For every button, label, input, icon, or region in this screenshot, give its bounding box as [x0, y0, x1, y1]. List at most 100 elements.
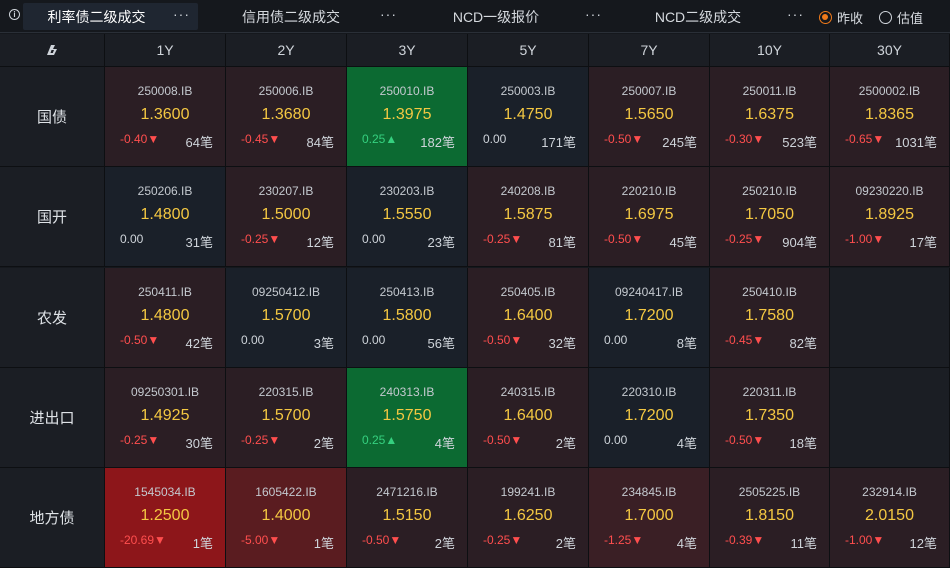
quote-cell[interactable]: 250003.IB 1.4750 0.00 171笔 [468, 67, 589, 167]
quote-cell[interactable]: 234845.IB 1.7000 -1.25▼ 4笔 [589, 468, 710, 568]
quote-cell[interactable]: 1545034.IB 1.2500 -20.69▼ 1笔 [105, 468, 226, 568]
tab-ncd-secondary[interactable]: NCD二级成交 ··· [612, 3, 812, 30]
yield-value: 1.6250 [503, 507, 553, 524]
trade-count: 12笔 [909, 536, 937, 551]
radio-prev-close[interactable]: 昨收 [819, 8, 863, 27]
quote-cell[interactable]: 250413.IB 1.5800 0.00 56笔 [347, 268, 468, 368]
yield-value: 1.4925 [140, 407, 190, 424]
down-arrow-icon: ▼ [752, 333, 765, 347]
down-arrow-icon: ▼ [268, 433, 281, 447]
quote-cell[interactable]: 250008.IB 1.3600 -0.40▼ 64笔 [105, 67, 226, 167]
down-arrow-icon: ▼ [752, 132, 765, 146]
quote-cell[interactable]: 250006.IB 1.3680 -0.45▼ 84笔 [226, 67, 347, 167]
yield-value: 1.5150 [382, 507, 432, 524]
tab-label: NCD一级报价 [452, 8, 540, 25]
quote-cell[interactable]: 240315.IB 1.6400 -0.50▼ 2笔 [468, 368, 589, 468]
bond-code: 232914.IB [862, 485, 917, 499]
quote-cell[interactable]: 250411.IB 1.4800 -0.50▼ 42笔 [105, 268, 226, 368]
quote-cell[interactable]: 250010.IB 1.3975 0.25▲ 182笔 [347, 67, 468, 167]
down-arrow-icon: ▼ [510, 333, 523, 347]
quote-cell[interactable]: 09240417.IB 1.7200 0.00 8笔 [589, 268, 710, 368]
bond-code: 09250301.IB [130, 385, 200, 399]
quote-cell[interactable]: 199241.IB 1.6250 -0.25▼ 2笔 [468, 468, 589, 568]
column-header-10y[interactable]: 10Y [710, 34, 830, 67]
column-header-7y[interactable]: 7Y [589, 34, 710, 67]
bond-code: 09250412.IB [251, 285, 321, 299]
trade-count: 32笔 [548, 336, 576, 351]
tab-credit-secondary[interactable]: 信用债二级成交 ··· [205, 3, 405, 30]
column-header-2y[interactable]: 2Y [226, 34, 347, 67]
more-icon[interactable]: ··· [787, 6, 804, 22]
radio-unselected-icon[interactable] [879, 11, 892, 24]
change-value: -0.25▼ [725, 232, 764, 246]
yield-value: 1.3975 [382, 106, 432, 123]
change-value: -0.25▼ [120, 433, 159, 447]
yield-value: 1.5750 [382, 407, 432, 424]
change-value: -0.50▼ [362, 533, 401, 547]
quote-cell[interactable]: 240208.IB 1.5875 -0.25▼ 81笔 [468, 167, 589, 267]
yield-value: 1.7350 [745, 407, 794, 424]
quote-cell[interactable]: 220311.IB 1.7350 -0.50▼ 18笔 [710, 368, 830, 468]
quote-cell[interactable]: 220210.IB 1.6975 -0.50▼ 45笔 [589, 167, 710, 267]
down-arrow-icon: ▼ [389, 533, 402, 547]
row-label: 进出口 [0, 368, 105, 468]
bond-code: 250413.IB [379, 285, 435, 299]
quote-cell[interactable]: 250405.IB 1.6400 -0.50▼ 32笔 [468, 268, 589, 368]
bond-code: 2471216.IB [376, 485, 438, 499]
more-icon[interactable]: ··· [380, 6, 397, 22]
quote-cell[interactable]: 2471216.IB 1.5150 -0.50▼ 2笔 [347, 468, 468, 568]
quote-cell[interactable]: 230203.IB 1.5550 0.00 23笔 [347, 167, 468, 267]
quote-cell[interactable]: 09250301.IB 1.4925 -0.25▼ 30笔 [105, 368, 226, 468]
down-arrow-icon: ▼ [752, 232, 765, 246]
bond-code: 220315.IB [258, 385, 314, 399]
logo-icon [47, 45, 57, 55]
yield-value: 1.7050 [745, 206, 794, 223]
bond-code: 2505225.IB [738, 485, 801, 499]
trade-count: 82笔 [789, 336, 817, 351]
quote-cell[interactable]: 09230220.IB 1.8925 -1.00▼ 17笔 [830, 167, 950, 267]
quote-cell[interactable]: 250206.IB 1.4800 0.00 31笔 [105, 167, 226, 267]
quote-cell[interactable]: 230207.IB 1.5000 -0.25▼ 12笔 [226, 167, 347, 267]
bond-code: 250206.IB [137, 184, 193, 198]
column-header-30y[interactable]: 30Y [830, 34, 950, 67]
quote-cell[interactable]: 2500002.IB 1.8365 -0.65▼ 1031笔 [830, 67, 950, 167]
quote-cell[interactable]: 232914.IB 2.0150 -1.00▼ 12笔 [830, 468, 950, 568]
quote-cell[interactable]: 250210.IB 1.7050 -0.25▼ 904笔 [710, 167, 830, 267]
quote-cell[interactable]: 2505225.IB 1.8150 -0.39▼ 11笔 [710, 468, 830, 568]
more-icon[interactable]: ··· [585, 6, 602, 22]
trade-count: 4笔 [676, 436, 697, 451]
column-header-1y[interactable]: 1Y [105, 34, 226, 67]
change-number: -0.30 [725, 132, 753, 146]
change-value: -1.00▼ [845, 533, 884, 547]
quote-cell[interactable]: 09250412.IB 1.5700 0.00 3笔 [226, 268, 347, 368]
column-header-3y[interactable]: 3Y [347, 34, 468, 67]
quote-cell[interactable]: 1605422.IB 1.4000 -5.00▼ 1笔 [226, 468, 347, 568]
down-arrow-icon: ▼ [147, 433, 160, 447]
quote-cell[interactable]: 220310.IB 1.7200 0.00 4笔 [589, 368, 710, 468]
change-number: -0.65 [845, 132, 873, 146]
quote-cell[interactable]: 240313.IB 1.5750 0.25▲ 4笔 [347, 368, 468, 468]
radio-selected-icon[interactable] [819, 11, 832, 24]
yield-value: 2.0150 [865, 507, 914, 524]
tab-ncd-primary[interactable]: NCD一级报价 ··· [410, 3, 610, 30]
column-header-5y[interactable]: 5Y [468, 34, 589, 67]
quote-cell[interactable]: 250007.IB 1.5650 -0.50▼ 245笔 [589, 67, 710, 167]
trade-count: 182笔 [420, 135, 455, 150]
yield-value: 1.2500 [140, 507, 190, 524]
yield-matrix: 1Y 2Y 3Y 5Y 7Y 10Y 30Y 国债 250008.IB 1.3600 -0.40▼ 6… [0, 34, 950, 568]
quote-cell[interactable]: 250011.IB 1.6375 -0.30▼ 523笔 [710, 67, 830, 167]
more-icon[interactable]: ··· [173, 6, 190, 22]
radio-valuation[interactable]: 估值 [879, 8, 923, 27]
change-number: -1.00 [845, 533, 873, 547]
change-value: -0.50▼ [483, 333, 522, 347]
header-corner [0, 34, 105, 67]
bond-code: 220311.IB [742, 385, 797, 399]
info-icon[interactable]: i [9, 9, 20, 20]
up-arrow-icon: ▲ [385, 132, 398, 146]
change-number: -0.25 [725, 232, 753, 246]
tab-rates-secondary[interactable]: 利率债二级成交 ··· [23, 3, 198, 30]
trade-count: 8笔 [676, 336, 697, 351]
row-label: 国开 [0, 167, 105, 267]
quote-cell[interactable]: 250410.IB 1.7580 -0.45▼ 82笔 [710, 268, 830, 368]
quote-cell[interactable]: 220315.IB 1.5700 -0.25▼ 2笔 [226, 368, 347, 468]
